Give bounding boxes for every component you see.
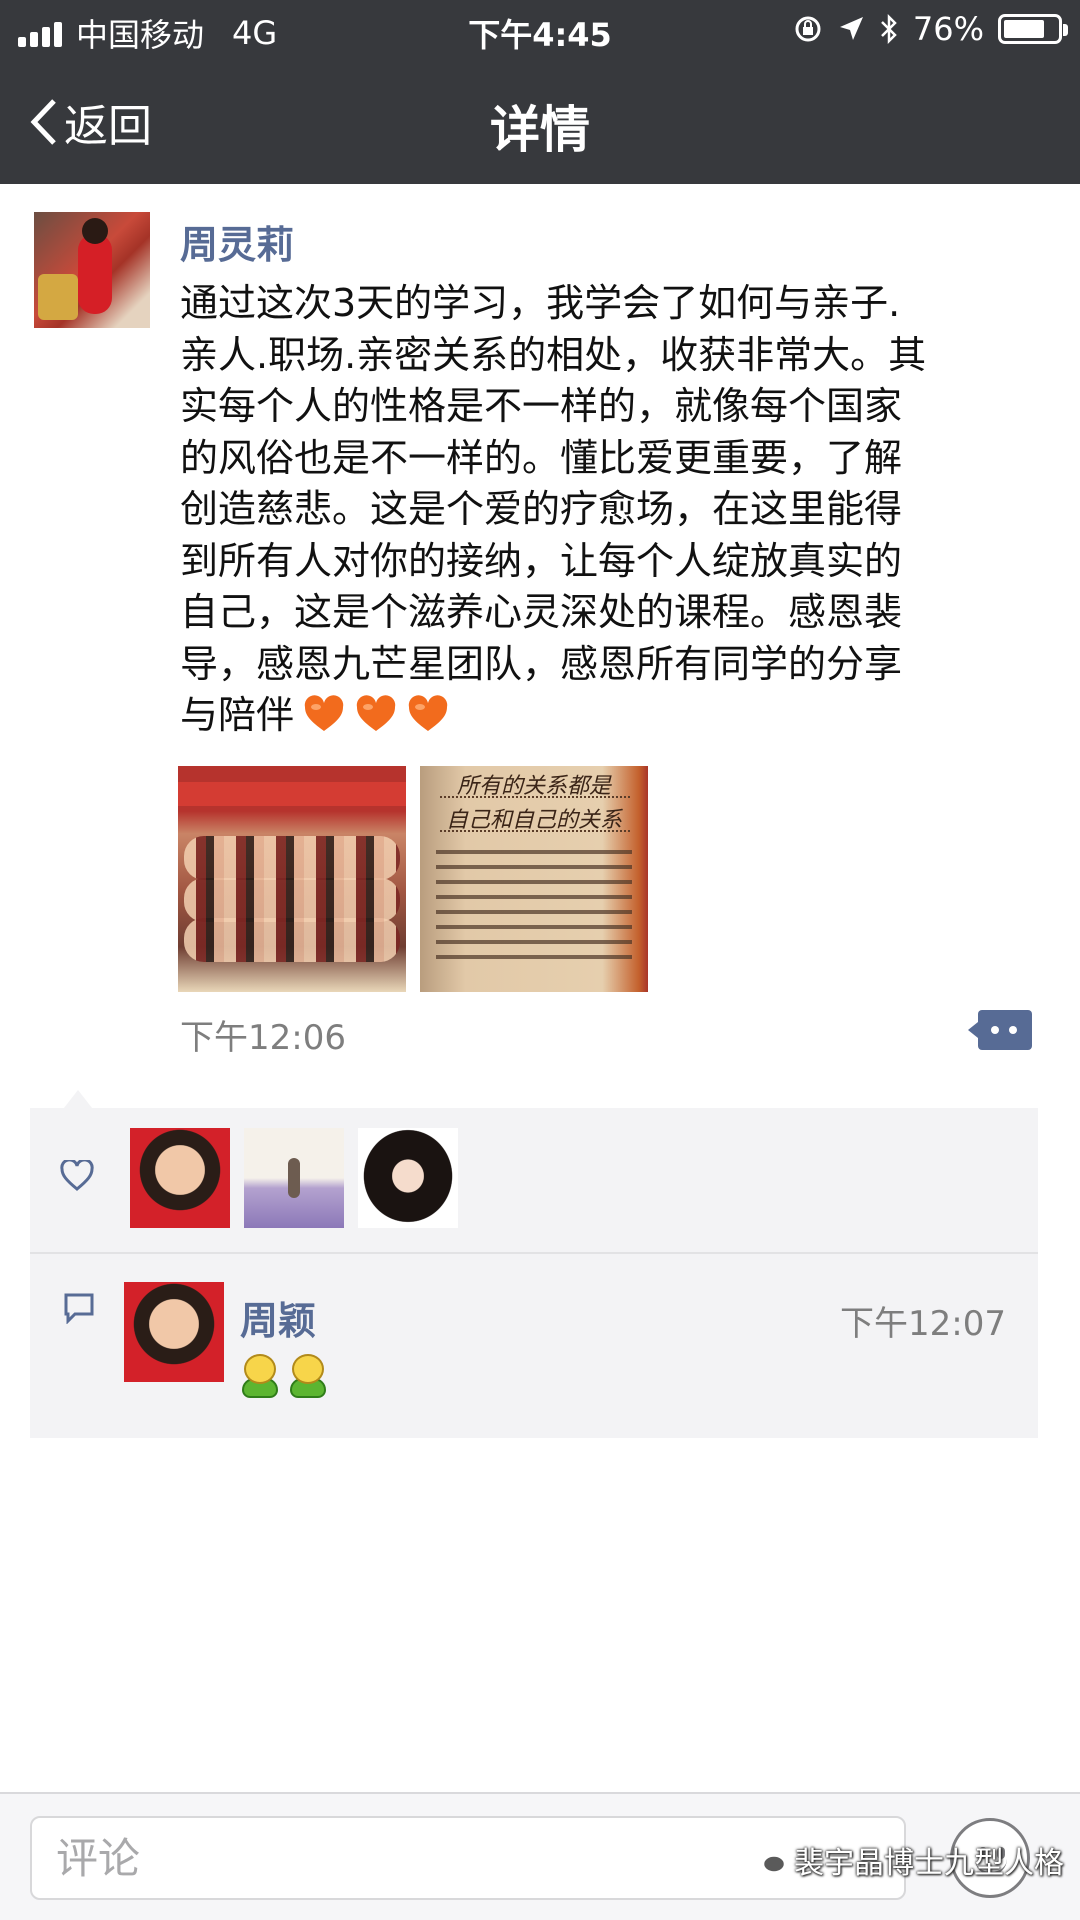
more-actions-button[interactable] bbox=[968, 1010, 1032, 1050]
bluetooth-icon bbox=[880, 13, 897, 45]
comment-time: 下午12:07 bbox=[840, 1304, 1006, 1344]
likes-comments-panel: 周颖 下午12:07 bbox=[30, 1090, 1038, 1438]
commenter-name[interactable]: 周颖 bbox=[240, 1290, 316, 1345]
smiling-face-emoji-icon bbox=[240, 1354, 280, 1398]
post-text-line: 导，感恩九芒星团队，感恩所有同学的分享 bbox=[180, 641, 903, 686]
battery-icon bbox=[998, 14, 1068, 44]
photo-caption-text: 自己和自己的关系 bbox=[445, 808, 622, 833]
post-text: 通过这次3天的学习，我学会了如何与亲子. 亲人.职场.亲密关系的相处，收获非常大… bbox=[180, 278, 1050, 742]
post-author-name[interactable]: 周灵莉 bbox=[180, 214, 294, 269]
orange-heart-icon bbox=[304, 695, 344, 731]
post-text-line: 通过这次3天的学习，我学会了如何与亲子. bbox=[180, 281, 901, 325]
battery-percent: 76% bbox=[912, 10, 984, 48]
post-text-line: 自己，这是个滋养心灵深处的课程。感恩裴 bbox=[180, 590, 903, 634]
post-text-last-line: 与陪伴 bbox=[180, 690, 1050, 742]
location-arrow-icon bbox=[839, 17, 863, 40]
smiling-face-emoji-icon bbox=[288, 1354, 328, 1398]
post-text-line: 创造慈悲。这是个爱的疗愈场，在这里能得 bbox=[180, 487, 903, 531]
comment-icon bbox=[64, 1293, 94, 1324]
post-photo-quote[interactable]: 所有的关系都是 自己和自己的关系 bbox=[420, 766, 648, 992]
wechat-logo-icon bbox=[748, 1845, 787, 1874]
commenter-avatar[interactable] bbox=[124, 1282, 224, 1382]
orange-heart-icon bbox=[408, 695, 448, 731]
post-time: 下午12:06 bbox=[180, 1018, 346, 1058]
top-bar: 中国移动 4G 下午4:45 76% 返回 详情 bbox=[0, 0, 1080, 184]
status-bar: 中国移动 4G 下午4:45 76% bbox=[0, 0, 1080, 60]
liker-avatar[interactable] bbox=[244, 1128, 344, 1228]
nav-bar: 返回 详情 bbox=[0, 72, 1080, 172]
heart-emojis bbox=[302, 693, 458, 737]
author-avatar[interactable] bbox=[34, 212, 150, 328]
comment-emojis bbox=[240, 1354, 328, 1398]
post-text-line: 到所有人对你的接纳，让每个人绽放真实的 bbox=[180, 538, 903, 583]
account-watermark: 裴宇晶博士九型人格 bbox=[748, 1838, 1064, 1882]
likes-row bbox=[30, 1108, 1038, 1254]
post-photo-group[interactable] bbox=[178, 766, 406, 992]
orientation-lock-icon bbox=[795, 16, 821, 42]
heart-outline-icon bbox=[60, 1160, 94, 1191]
post-text-line: 亲人.职场.亲密关系的相处，收获非常大。其 bbox=[180, 332, 927, 377]
orange-heart-icon bbox=[356, 695, 396, 731]
post-text-line: 的风俗也是不一样的。懂比爱更重要，了解 bbox=[180, 435, 903, 480]
watermark-text: 裴宇晶博士九型人格 bbox=[794, 1846, 1064, 1881]
page-title: 详情 bbox=[490, 101, 590, 159]
photo-caption-text: 所有的关系都是 bbox=[456, 774, 611, 799]
comment-row[interactable]: 周颖 下午12:07 bbox=[30, 1254, 1038, 1438]
post-text-line: 与陪伴 bbox=[180, 693, 295, 737]
post-text-line: 实每个人的性格是不一样的，就像每个国家 bbox=[180, 384, 903, 428]
liker-avatar[interactable] bbox=[130, 1128, 230, 1228]
liker-avatar[interactable] bbox=[358, 1128, 458, 1228]
